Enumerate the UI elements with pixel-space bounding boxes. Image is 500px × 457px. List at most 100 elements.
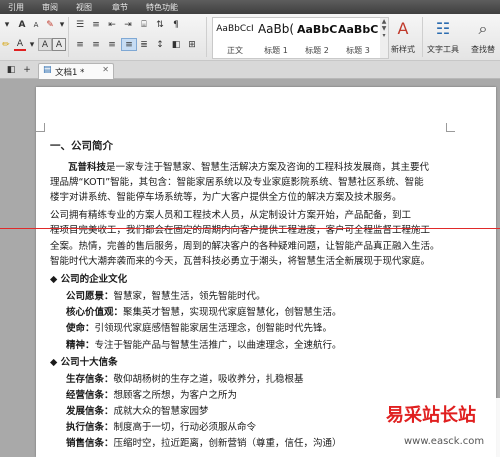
item-text: 聚集英才智慧，实现现代家庭智慧化，创智慧生活。 <box>123 307 342 318</box>
new-style-button[interactable]: A 新样式 <box>384 17 422 57</box>
style-heading-3[interactable]: AaBbC 标题 3 <box>338 18 378 58</box>
new-style-icon: A <box>397 19 409 38</box>
beliefs-heading: ◆ 公司十大信条 <box>50 357 118 368</box>
style-normal[interactable]: AaBbCcI 正文 <box>215 18 255 58</box>
tab-document-1[interactable]: ▤ 文档1 * ✕ <box>38 63 114 79</box>
paragraph-line: 公司拥有精练专业的方案人员和工程技术人员，从定制设计方案开始，产品配备，到工 <box>50 210 412 221</box>
justify-icon[interactable]: ≡ <box>121 38 137 51</box>
align-left-icon[interactable]: ≡ <box>73 38 87 51</box>
font-color-icon[interactable]: A <box>14 38 26 51</box>
tab-list-icon[interactable]: ◧ <box>4 63 18 76</box>
item-label: 精神： <box>66 340 95 351</box>
red-guide-line <box>0 228 500 229</box>
text-tools-label: 文字工具 <box>427 45 459 54</box>
paragraph-line: 程项目完美收工，我们都会在固定的周期内向客户提供工程进度，客户可全程监督工程施工 <box>50 225 431 236</box>
menu-item-view[interactable]: 视图 <box>76 2 92 13</box>
shading-icon[interactable]: ◧ <box>169 38 183 51</box>
find-replace-button[interactable]: ⌕ 查找替 <box>464 17 500 57</box>
item-label: 销售信条： <box>66 438 114 449</box>
paragraph-line: 理品牌“KOTI”智能，其包含：智能家居系统以及专业家庭影院系统、智慧社区系统、… <box>50 177 424 188</box>
item-text: 智慧家，智慧生活，领先智能时代。 <box>113 291 266 302</box>
item-label: 发展信条： <box>66 406 114 417</box>
tab-label: 文档1 * <box>55 68 85 78</box>
item-text: 专注于智能产品与智慧生活推广，以曲速理念，全速航行。 <box>94 340 342 351</box>
paragraph-line: 楼宇对讲系统、智能停车场系统等，为广大客户提供全方位的解决方案及技术服务。 <box>50 192 402 203</box>
item-label: 使命： <box>66 323 95 334</box>
culture-heading: ◆ 公司的企业文化 <box>50 274 128 285</box>
borders-icon[interactable]: ⊞ <box>185 38 199 51</box>
item-label: 核心价值观： <box>66 307 124 318</box>
show-marks-icon[interactable]: ¶ <box>169 18 183 31</box>
margin-corner-mark <box>446 123 455 132</box>
company-name: 瓦普科技 <box>68 162 107 173</box>
separator <box>422 17 423 57</box>
chinese-layout-icon[interactable]: ⌸ <box>137 18 151 31</box>
item-text: 引领现代家庭感悟智能家居生活理念，创智能时代先锋。 <box>94 323 333 334</box>
ribbon-toolbar: ▾ A A ✎ ▾ ✏ A ▾ A A ☰ ≡ ⇤ ⇥ ⌸ ⇅ ¶ ≡ ≡ ≡ … <box>0 14 500 61</box>
style-name: 标题 2 <box>305 46 329 55</box>
clear-format-icon[interactable]: ✎ <box>44 18 56 31</box>
style-sample: AaBb( <box>257 22 295 36</box>
watermark-url: www.easck.com <box>404 436 485 447</box>
item-label: 公司愿景： <box>66 291 114 302</box>
line-text: 是一家专注于智慧家、智慧生活解决方案及咨询的工程科技发展商，其主要代 <box>106 162 430 173</box>
style-sample: AaBbCcI <box>216 24 254 34</box>
char-border-icon[interactable]: A <box>52 38 66 51</box>
list-item: 生存信条：敬仰胡杨树的生存之道，吸收养分，扎稳根基 <box>66 374 304 386</box>
list-item: 销售信条：压缩时空，拉近距离，创新营销（尊重，信任，沟通） <box>66 438 342 450</box>
list-item: 执行信条：制度高于一切，行动必须服从命令 <box>66 422 256 434</box>
font-size-down-icon[interactable]: ▾ <box>0 18 14 31</box>
new-tab-icon[interactable]: + <box>20 63 34 76</box>
char-shading-icon[interactable]: A <box>38 38 52 51</box>
item-text: 制度高于一切，行动必须服从命令 <box>113 422 257 433</box>
site-watermark: 易采站长站 www.easck.com <box>382 398 500 457</box>
align-right-icon[interactable]: ≡ <box>105 38 119 51</box>
new-style-label: 新样式 <box>391 45 415 54</box>
find-replace-label: 查找替 <box>471 45 495 54</box>
decrease-indent-icon[interactable]: ⇤ <box>105 18 119 31</box>
paragraph-line: 瓦普科技是一家专注于智慧家、智慧生活解决方案及咨询的工程科技发展商，其主要代 <box>68 162 429 174</box>
document-tab-bar: ◧ + ▤ 文档1 * ✕ <box>0 61 500 79</box>
increase-indent-icon[interactable]: ⇥ <box>121 18 135 31</box>
margin-corner-mark <box>36 123 45 132</box>
list-item: 核心价值观：聚集英才智慧，实现现代家庭智慧化，创智慧生活。 <box>66 307 342 319</box>
section-heading: 一、公司简介 <box>50 140 113 152</box>
shrink-font-icon[interactable]: A <box>30 18 42 31</box>
align-center-icon[interactable]: ≡ <box>89 38 103 51</box>
distribute-icon[interactable]: ≣ <box>137 38 151 51</box>
bullets-icon[interactable]: ☰ <box>73 18 87 31</box>
list-item: 公司愿景：智慧家，智慧生活，领先智能时代。 <box>66 291 266 303</box>
style-name: 正文 <box>227 46 243 55</box>
menu-item-chapter[interactable]: 章节 <box>112 2 128 13</box>
list-item: 经营信条：想顾客之所想，为客户之所为 <box>66 390 237 402</box>
text-tools-button[interactable]: ☷ 文字工具 <box>424 17 462 57</box>
item-text: 想顾客之所想，为客户之所为 <box>113 390 238 401</box>
menu-item-review[interactable]: 审阅 <box>42 2 58 13</box>
separator <box>68 17 69 57</box>
list-item: 发展信条：成就大众的智慧家园梦 <box>66 406 209 418</box>
highlight-color-icon[interactable]: ✏ <box>0 38 12 51</box>
menu-bar: 引用 审阅 视图 章节 特色功能 <box>0 0 500 14</box>
menu-item-references[interactable]: 引用 <box>8 2 24 13</box>
item-label: 执行信条： <box>66 422 114 433</box>
watermark-title: 易采站长站 <box>386 405 476 426</box>
paragraph-line: 智能时代大潮奔袭而来的今天，瓦普科技必勇立于潮头，将智慧生活全新展现于现代家庭。 <box>50 256 431 267</box>
numbering-icon[interactable]: ≡ <box>89 18 103 31</box>
style-name: 标题 1 <box>264 46 288 55</box>
line-spacing-icon[interactable]: ↕ <box>153 38 167 51</box>
font-dropdown-icon[interactable]: ▾ <box>58 18 66 31</box>
list-item: 使命：引领现代家庭感悟智能家居生活理念，创智能时代先锋。 <box>66 323 332 335</box>
separator <box>206 17 207 57</box>
font-color-dropdown-icon[interactable]: ▾ <box>28 38 36 51</box>
magnifier-icon: ⌕ <box>478 19 488 38</box>
grow-font-icon[interactable]: A <box>16 18 28 31</box>
text-tools-icon: ☷ <box>435 19 451 38</box>
style-name: 标题 3 <box>346 46 370 55</box>
menu-item-special[interactable]: 特色功能 <box>146 2 178 13</box>
style-heading-2[interactable]: AaBbC 标题 2 <box>297 18 337 58</box>
style-heading-1[interactable]: AaBb( 标题 1 <box>256 18 296 58</box>
style-gallery: AaBbCcI 正文 AaBb( 标题 1 AaBbC 标题 2 AaBbC 标… <box>212 17 382 59</box>
list-item: 精神：专注于智能产品与智慧生活推广，以曲速理念，全速航行。 <box>66 340 342 352</box>
sort-icon[interactable]: ⇅ <box>153 18 167 31</box>
close-icon[interactable]: ✕ <box>102 65 109 74</box>
